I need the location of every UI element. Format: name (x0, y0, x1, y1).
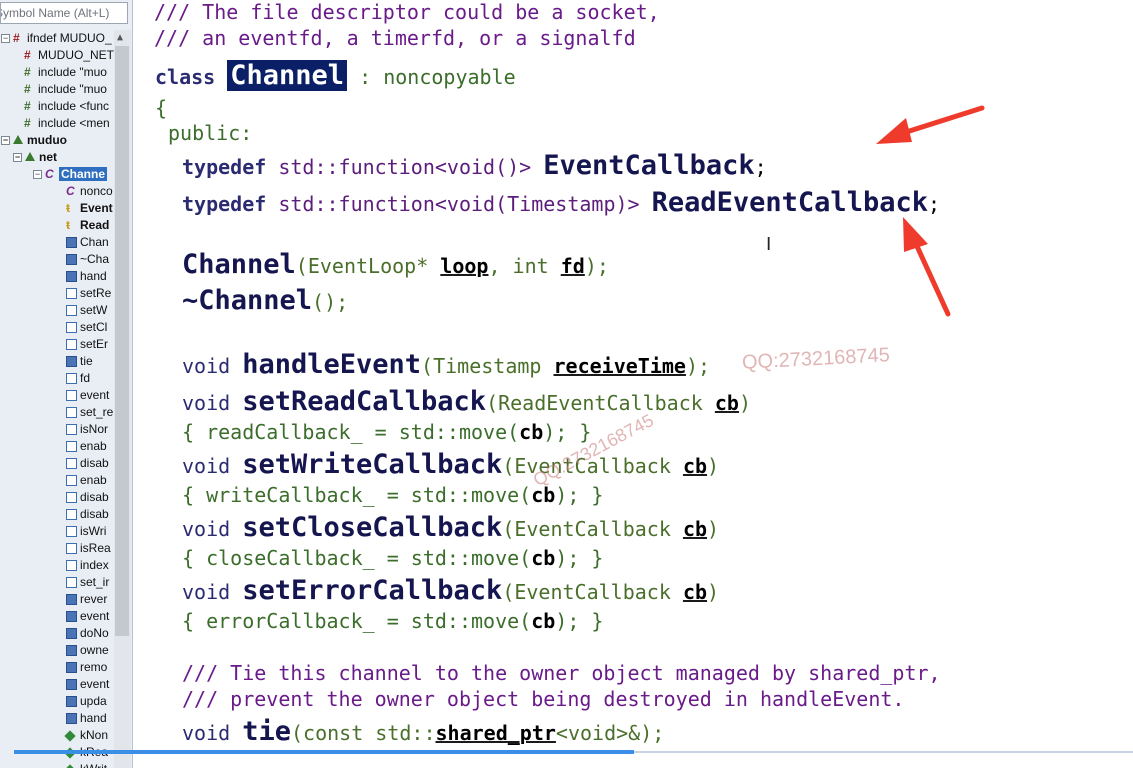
annotation-arrow-icon (876, 105, 985, 144)
video-progress-bar[interactable] (14, 750, 634, 754)
annotation-arrows (876, 105, 985, 317)
annotation-arrow-icon (903, 217, 951, 317)
